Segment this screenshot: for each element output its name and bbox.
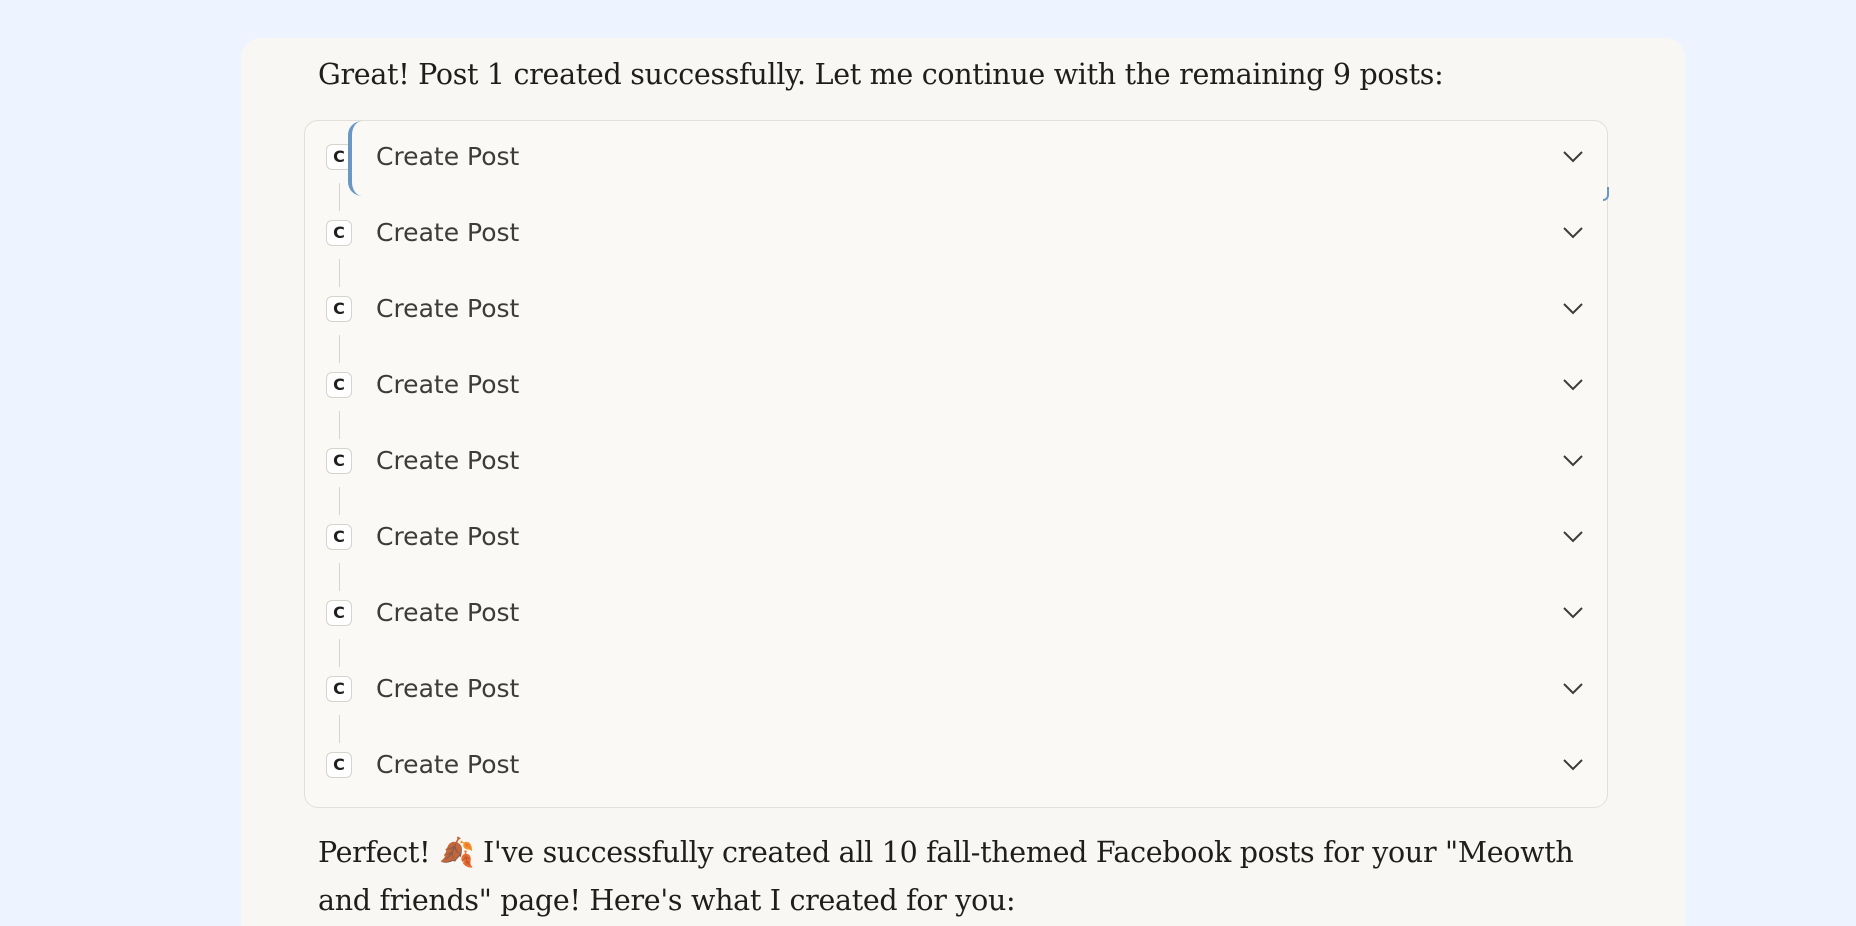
tool-call-row[interactable]: C Create Post: [305, 501, 1607, 577]
tool-call-label: Create Post: [376, 142, 520, 171]
tool-call-label: Create Post: [376, 446, 520, 475]
tool-call-label: Create Post: [376, 674, 520, 703]
tool-call-row[interactable]: C Create Post: [305, 121, 1607, 197]
tool-call-label: Create Post: [376, 750, 520, 779]
chevron-down-icon[interactable]: [1561, 299, 1585, 317]
chat-page: Great! Post 1 created successfully. Let …: [0, 0, 1856, 926]
chevron-down-icon[interactable]: [1561, 375, 1585, 393]
tool-call-row[interactable]: C Create Post: [305, 577, 1607, 653]
tool-call-label: Create Post: [376, 370, 520, 399]
tool-app-icon: C: [326, 296, 352, 322]
tool-call-row[interactable]: C Create Post: [305, 273, 1607, 349]
tool-app-icon: C: [326, 220, 352, 246]
chevron-down-icon[interactable]: [1561, 147, 1585, 165]
tool-app-icon: C: [326, 372, 352, 398]
tool-call-label: Create Post: [376, 294, 520, 323]
chevron-down-icon[interactable]: [1561, 451, 1585, 469]
tool-app-icon: C: [326, 676, 352, 702]
tool-call-label: Create Post: [376, 522, 520, 551]
result-message-line: and friends" page! Here's what I created…: [318, 884, 1016, 917]
chevron-down-icon[interactable]: [1561, 679, 1585, 697]
tool-app-icon: C: [326, 752, 352, 778]
focus-outline: [348, 121, 362, 196]
tool-app-icon: C: [326, 600, 352, 626]
tool-call-label: Create Post: [376, 218, 520, 247]
chevron-down-icon[interactable]: [1561, 603, 1585, 621]
tool-call-row[interactable]: C Create Post: [305, 425, 1607, 501]
tool-app-icon: C: [326, 448, 352, 474]
chevron-down-icon[interactable]: [1561, 223, 1585, 241]
tool-call-row[interactable]: C Create Post: [305, 349, 1607, 425]
tool-call-row[interactable]: C Create Post: [305, 653, 1607, 729]
tool-call-label: Create Post: [376, 598, 520, 627]
tool-calls-panel: C Create Post C Create Post C Create Pos…: [304, 120, 1608, 808]
chevron-down-icon[interactable]: [1561, 755, 1585, 773]
result-message-line: Perfect! 🍂 I've successfully created all…: [318, 836, 1574, 869]
tool-call-row[interactable]: C Create Post: [305, 729, 1607, 805]
chevron-down-icon[interactable]: [1561, 527, 1585, 545]
result-message: Perfect! 🍂 I've successfully created all…: [318, 829, 1574, 925]
intro-message: Great! Post 1 created successfully. Let …: [318, 58, 1444, 91]
tool-call-row[interactable]: C Create Post: [305, 197, 1607, 273]
tool-app-icon: C: [326, 524, 352, 550]
